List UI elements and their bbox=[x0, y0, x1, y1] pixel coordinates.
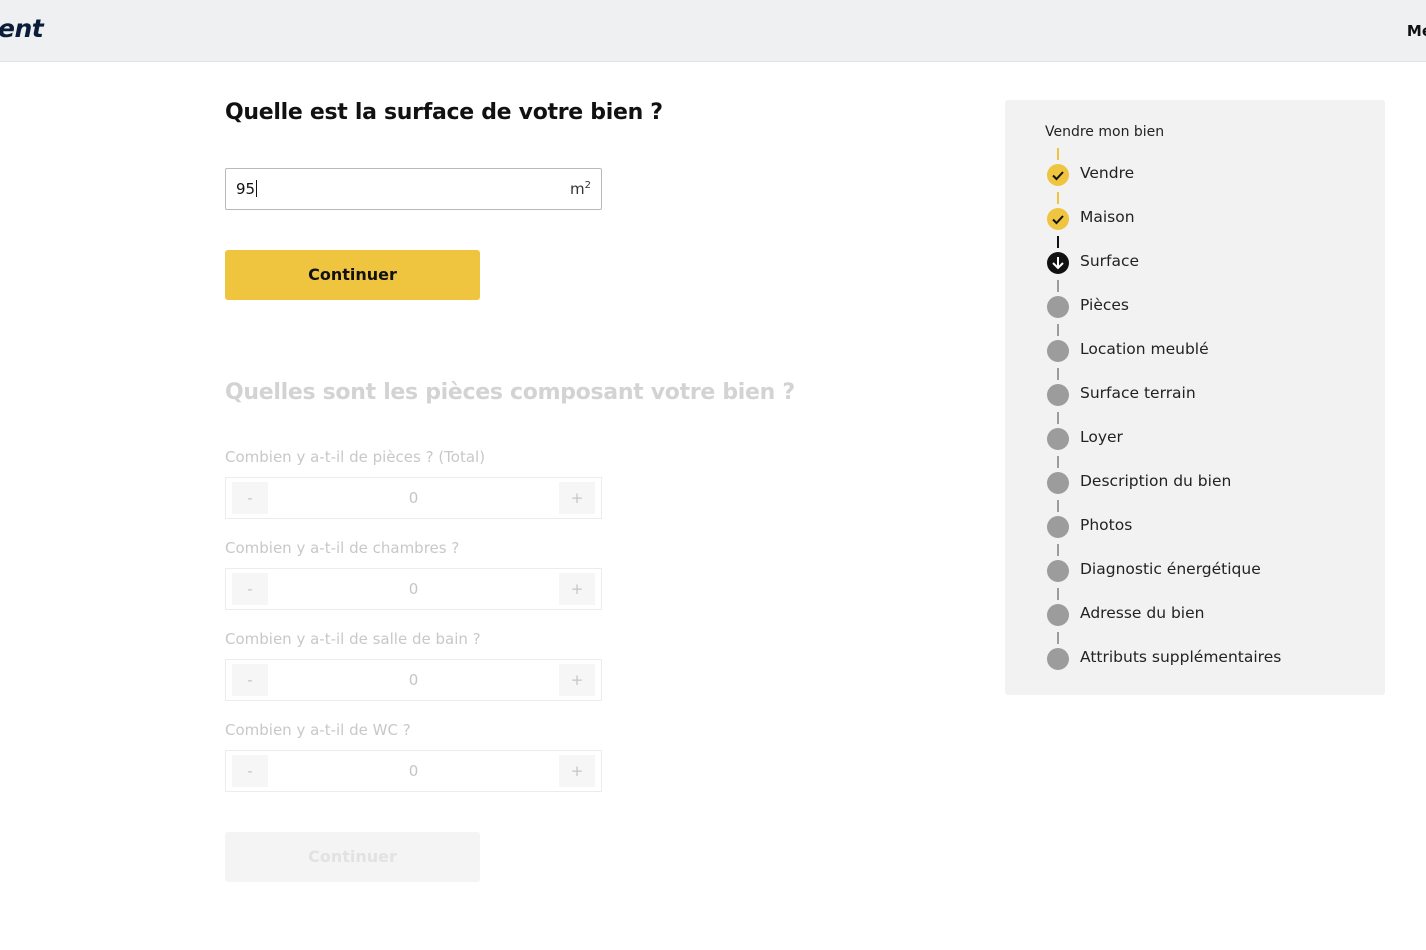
step-surface-terrain[interactable]: Surface terrain bbox=[1045, 383, 1375, 407]
step-location-meuble[interactable]: Location meublé bbox=[1045, 339, 1375, 363]
step-connector bbox=[1057, 456, 1059, 468]
pending-dot-icon bbox=[1047, 340, 1069, 362]
pending-dot-icon bbox=[1047, 296, 1069, 318]
pending-dot-icon bbox=[1047, 560, 1069, 582]
step-label: Location meublé bbox=[1080, 340, 1209, 358]
counter-value[interactable]: 0 bbox=[226, 580, 601, 598]
pending-dot-icon bbox=[1047, 604, 1069, 626]
pending-dot-icon bbox=[1047, 648, 1069, 670]
step-vendre[interactable]: Vendre bbox=[1045, 163, 1375, 187]
counter-wc[interactable]: - 0 + bbox=[225, 750, 602, 792]
step-label: Pièces bbox=[1080, 296, 1129, 314]
step-adresse[interactable]: Adresse du bien bbox=[1045, 603, 1375, 627]
step-maison[interactable]: Maison bbox=[1045, 207, 1375, 231]
text-caret bbox=[256, 180, 258, 197]
step-connector bbox=[1057, 368, 1059, 380]
pending-dot-icon bbox=[1047, 384, 1069, 406]
arrow-down-icon bbox=[1047, 252, 1069, 274]
step-label: Attributs supplémentaires bbox=[1080, 648, 1282, 666]
menu-link[interactable]: Me bbox=[1407, 22, 1426, 40]
step-label: Diagnostic énergétique bbox=[1080, 560, 1261, 578]
surface-input[interactable]: 95 m2 bbox=[225, 168, 602, 210]
step-connector bbox=[1057, 412, 1059, 424]
step-connector bbox=[1057, 588, 1059, 600]
pending-dot-icon bbox=[1047, 428, 1069, 450]
surface-input-value[interactable]: 95 bbox=[236, 180, 258, 198]
step-description[interactable]: Description du bien bbox=[1045, 471, 1375, 495]
surface-unit: m2 bbox=[570, 180, 591, 198]
step-connector bbox=[1057, 632, 1059, 644]
step-label: Photos bbox=[1080, 516, 1133, 534]
step-label: Loyer bbox=[1080, 428, 1123, 446]
counter-value[interactable]: 0 bbox=[226, 671, 601, 689]
continue-button[interactable]: Continuer bbox=[225, 250, 480, 300]
counter-bedrooms[interactable]: - 0 + bbox=[225, 568, 602, 610]
top-header: ent Me bbox=[0, 0, 1426, 62]
step-label: Vendre bbox=[1080, 164, 1135, 182]
brand-logo[interactable]: ent bbox=[0, 14, 44, 43]
increment-button[interactable]: + bbox=[559, 664, 595, 696]
sidebar-title: Vendre mon bien bbox=[1045, 124, 1165, 140]
counter-label-wc: Combien y a-t-il de WC ? bbox=[225, 721, 411, 739]
surface-question-title: Quelle est la surface de votre bien ? bbox=[225, 100, 663, 125]
check-icon bbox=[1047, 164, 1069, 186]
counter-bathrooms[interactable]: - 0 + bbox=[225, 659, 602, 701]
step-connector bbox=[1057, 324, 1059, 336]
check-icon bbox=[1047, 208, 1069, 230]
step-diagnostic[interactable]: Diagnostic énergétique bbox=[1045, 559, 1375, 583]
counter-total-rooms[interactable]: - 0 + bbox=[225, 477, 602, 519]
step-photos[interactable]: Photos bbox=[1045, 515, 1375, 539]
step-connector bbox=[1057, 192, 1059, 204]
increment-button[interactable]: + bbox=[559, 573, 595, 605]
step-surface[interactable]: Surface bbox=[1045, 251, 1375, 275]
rooms-question-title: Quelles sont les pièces composant votre … bbox=[225, 380, 795, 405]
increment-button[interactable]: + bbox=[559, 482, 595, 514]
step-label: Surface bbox=[1080, 252, 1140, 270]
step-connector bbox=[1057, 500, 1059, 512]
increment-button[interactable]: + bbox=[559, 755, 595, 787]
counter-label-bedrooms: Combien y a-t-il de chambres ? bbox=[225, 539, 460, 557]
step-attributs[interactable]: Attributs supplémentaires bbox=[1045, 647, 1375, 671]
step-connector bbox=[1057, 544, 1059, 556]
pending-dot-icon bbox=[1047, 516, 1069, 538]
continue-button-disabled[interactable]: Continuer bbox=[225, 832, 480, 882]
step-label: Surface terrain bbox=[1080, 384, 1196, 402]
step-connector bbox=[1057, 236, 1059, 248]
step-pieces[interactable]: Pièces bbox=[1045, 295, 1375, 319]
counter-label-bathrooms: Combien y a-t-il de salle de bain ? bbox=[225, 630, 481, 648]
step-label: Maison bbox=[1080, 208, 1135, 226]
counter-label-total-rooms: Combien y a-t-il de pièces ? (Total) bbox=[225, 448, 486, 466]
step-label: Adresse du bien bbox=[1080, 604, 1205, 622]
step-connector bbox=[1057, 280, 1059, 292]
pending-dot-icon bbox=[1047, 472, 1069, 494]
counter-value[interactable]: 0 bbox=[226, 489, 601, 507]
step-loyer[interactable]: Loyer bbox=[1045, 427, 1375, 451]
counter-value[interactable]: 0 bbox=[226, 762, 601, 780]
step-connector bbox=[1057, 148, 1059, 160]
step-label: Description du bien bbox=[1080, 472, 1232, 490]
